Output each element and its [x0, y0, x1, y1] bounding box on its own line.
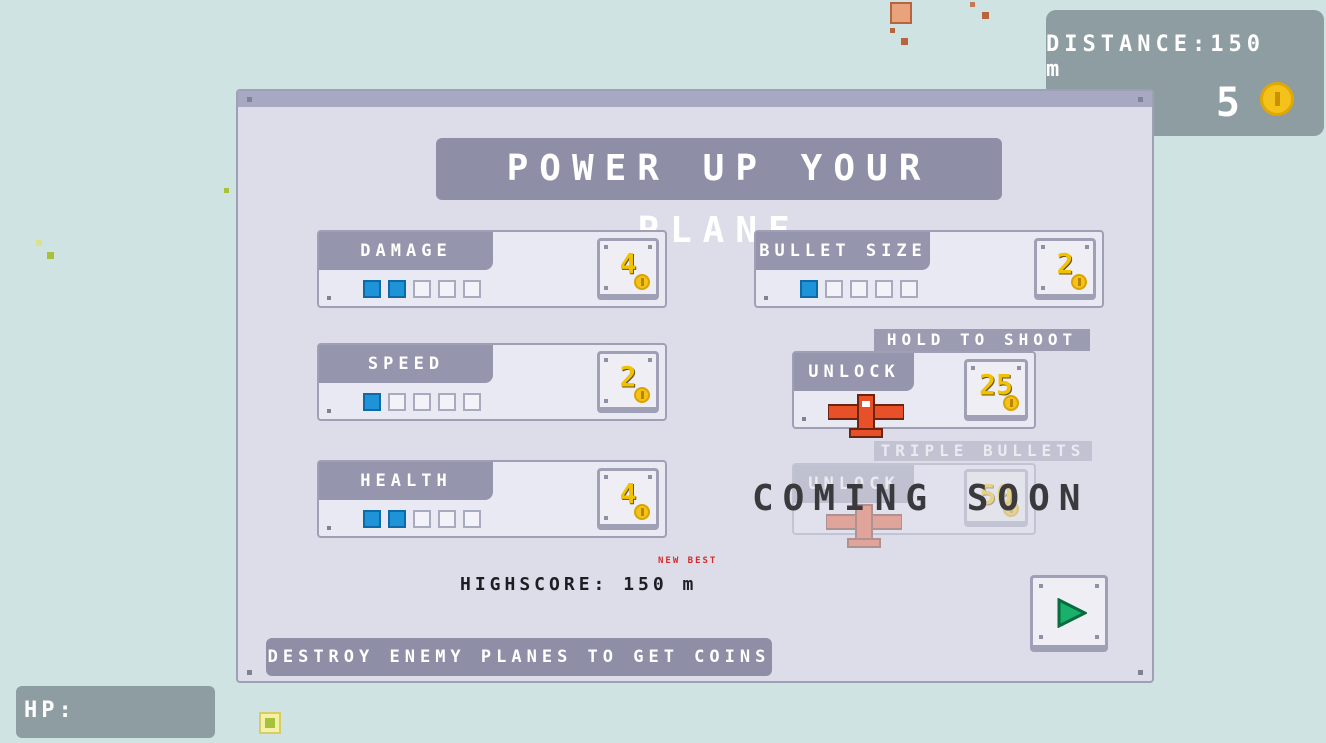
button-rivet [1041, 245, 1045, 249]
button-rivet [1085, 245, 1089, 249]
level-pip-empty [463, 510, 481, 528]
level-pip-empty [438, 393, 456, 411]
button-rivet [648, 475, 652, 479]
buy-bullet-size-button[interactable]: 2 [1034, 238, 1096, 300]
card-rivet [327, 526, 331, 530]
card-rivet [327, 296, 331, 300]
coin-icon [1071, 274, 1087, 290]
cost-value: 4 [619, 247, 637, 280]
coin-icon [634, 504, 650, 520]
level-pip-empty [413, 510, 431, 528]
debris-particle [36, 240, 42, 246]
level-pip-filled [388, 510, 406, 528]
level-pip-empty [900, 280, 918, 298]
unlock-label: UNLOCK [794, 353, 914, 391]
buy-speed-button[interactable]: 2 [597, 351, 659, 413]
coins-tip-banner: DESTROY ENEMY PLANES TO GET COINS [266, 638, 772, 676]
button-rivet [604, 475, 608, 479]
debris-particle [982, 12, 989, 19]
debris-particle [47, 252, 54, 259]
level-pip-empty [413, 280, 431, 298]
level-pip-filled [363, 393, 381, 411]
upgrade-label: SPEED [319, 345, 493, 383]
upgrade-card-damage: DAMAGE 4 [317, 230, 667, 308]
coin-icon [1003, 395, 1019, 411]
distance-readout: DISTANCE:150 m [1046, 32, 1265, 82]
button-rivet [648, 358, 652, 362]
coin-icon [634, 274, 650, 290]
unlock-hold-to-shoot-button[interactable]: 25 [964, 359, 1028, 421]
coin-count: 5 [1215, 80, 1240, 126]
button-rivet [971, 366, 975, 370]
button-rivet [1039, 584, 1043, 588]
debris-particle [265, 718, 275, 728]
coin-icon [634, 387, 650, 403]
level-pip-empty [850, 280, 868, 298]
panel-rivet [1138, 670, 1143, 675]
debris-particle [890, 28, 895, 33]
button-rivet [604, 399, 608, 403]
upgrade-label: DAMAGE [319, 232, 493, 270]
level-pip-empty [438, 280, 456, 298]
hp-panel: HP: [16, 686, 215, 738]
button-rivet [604, 358, 608, 362]
buy-health-button[interactable]: 4 [597, 468, 659, 530]
debris-particle [970, 2, 975, 7]
button-rivet [1039, 635, 1043, 639]
level-pip-empty [388, 393, 406, 411]
panel-rivet [247, 670, 252, 675]
button-rivet [1017, 366, 1021, 370]
level-pip-filled [388, 280, 406, 298]
card-rivet [802, 417, 806, 421]
panel-title: POWER UP YOUR PLANE [436, 138, 1002, 251]
debris-particle [224, 188, 229, 193]
cost-value: 4 [619, 477, 637, 510]
card-rivet [327, 409, 331, 413]
panel-rivet [1138, 97, 1143, 102]
new-best-badge: NEW BEST [658, 556, 718, 566]
button-rivet [648, 245, 652, 249]
plane-icon [828, 394, 904, 438]
button-rivet [604, 286, 608, 290]
level-pip-filled [363, 280, 381, 298]
panel-header-bar [238, 91, 1152, 107]
button-rivet [1095, 635, 1099, 639]
coin-icon [1260, 82, 1294, 116]
upgrade-label: BULLET SIZE [756, 232, 930, 270]
upgrade-level-pips [800, 280, 918, 298]
play-button[interactable] [1030, 575, 1108, 652]
button-rivet [1095, 584, 1099, 588]
upgrade-card-speed: SPEED 2 [317, 343, 667, 421]
cost-value: 2 [619, 360, 637, 393]
button-rivet [604, 516, 608, 520]
highscore-label: HIGHSCORE: 150 m [460, 574, 698, 595]
level-pip-empty [463, 393, 481, 411]
upgrade-level-pips [363, 280, 481, 298]
upgrade-level-pips [363, 393, 481, 411]
hold-to-shoot-hint: HOLD TO SHOOT [874, 329, 1090, 351]
card-rivet [764, 296, 768, 300]
hp-label: HP: [24, 698, 76, 723]
level-pip-empty [875, 280, 893, 298]
level-pip-filled [363, 510, 381, 528]
upgrade-label: HEALTH [319, 462, 493, 500]
buy-damage-button[interactable]: 4 [597, 238, 659, 300]
level-pip-empty [463, 280, 481, 298]
debris-particle [890, 2, 912, 24]
upgrade-level-pips [363, 510, 481, 528]
button-rivet [604, 245, 608, 249]
triple-bullets-hint: TRIPLE BULLETS [874, 441, 1092, 461]
panel-rivet [247, 97, 252, 102]
level-pip-empty [825, 280, 843, 298]
level-pip-empty [438, 510, 456, 528]
coming-soon-label: COMING SOON [752, 478, 1090, 519]
level-pip-empty [413, 393, 431, 411]
upgrade-card-health: HEALTH 4 [317, 460, 667, 538]
button-rivet [1041, 286, 1045, 290]
upgrade-card-bullet-size: BULLET SIZE 2 [754, 230, 1104, 308]
level-pip-filled [800, 280, 818, 298]
play-icon [1057, 598, 1087, 628]
cost-value: 2 [1056, 247, 1074, 280]
debris-particle [901, 38, 908, 45]
